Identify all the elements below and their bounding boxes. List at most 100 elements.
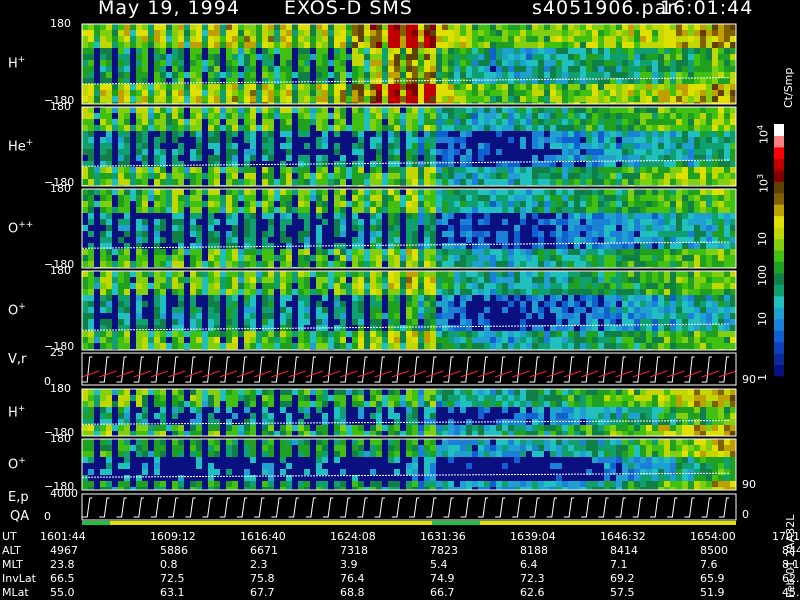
heatmap-cell (592, 277, 598, 283)
heatmap-cell (364, 331, 370, 337)
heatmap-cell (316, 271, 322, 277)
heatmap-cell (604, 301, 610, 307)
heatmap-cell (700, 219, 706, 225)
heatmap-cell (172, 24, 178, 30)
heatmap-cell (466, 48, 472, 54)
heatmap-cell (400, 96, 406, 102)
heatmap-cell (388, 237, 394, 243)
heatmap-cell (94, 36, 100, 42)
heatmap-cell (334, 125, 340, 131)
heatmap-cell (142, 255, 148, 261)
heatmap-cell (346, 54, 352, 60)
heatmap-cell (430, 66, 436, 72)
heatmap-cell (304, 331, 310, 337)
heatmap-cell (658, 173, 664, 179)
heatmap-cell (454, 243, 460, 249)
heatmap-cell (586, 201, 592, 207)
heatmap-cell (292, 36, 298, 42)
heatmap-cell (112, 173, 118, 179)
heatmap-cell (106, 225, 112, 231)
heatmap-cell (688, 42, 694, 48)
heatmap-cell (592, 131, 598, 137)
heatmap-cell (118, 149, 124, 155)
heatmap-cell (478, 255, 484, 261)
heatmap-cell (160, 119, 166, 125)
heatmap-cell (82, 301, 88, 307)
heatmap-cell (352, 261, 358, 267)
heatmap-cell (334, 96, 340, 102)
heatmap-cell (160, 255, 166, 261)
heatmap-cell (376, 231, 382, 237)
heatmap-cell (658, 249, 664, 255)
heatmap-cell (682, 42, 688, 48)
heatmap-cell (556, 167, 562, 173)
heatmap-cell (334, 337, 340, 343)
heatmap-cell (334, 301, 340, 307)
heatmap-cell (526, 189, 532, 195)
heatmap-cell (190, 271, 196, 277)
heatmap-cell (490, 119, 496, 125)
heatmap-cell (322, 337, 328, 343)
heatmap-cell (604, 283, 610, 289)
heatmap-cell (592, 72, 598, 78)
heatmap-cell (670, 179, 676, 185)
heatmap-cell (118, 225, 124, 231)
heatmap-cell (340, 337, 346, 343)
heatmap-cell (148, 24, 154, 30)
heatmap-cell (142, 54, 148, 60)
heatmap-cell (334, 219, 340, 225)
heatmap-cell (226, 113, 232, 119)
heatmap-cell (208, 343, 214, 349)
heatmap-cell (670, 249, 676, 255)
heatmap-cell (502, 30, 508, 36)
heatmap-cell (214, 48, 220, 54)
heatmap-cell (556, 219, 562, 225)
heatmap-cell (358, 125, 364, 131)
heatmap-cell (352, 283, 358, 289)
heatmap-cell (346, 249, 352, 255)
heatmap-cell (244, 237, 250, 243)
heatmap-cell (586, 231, 592, 237)
heatmap-cell (82, 173, 88, 179)
heatmap-cell (190, 48, 196, 54)
heatmap-cell (190, 131, 196, 137)
heatmap-cell (328, 90, 334, 96)
heatmap-cell (616, 307, 622, 313)
heatmap-cell (712, 161, 718, 167)
heatmap-cell (478, 207, 484, 213)
heatmap-cell (286, 131, 292, 137)
heatmap-cell (154, 261, 160, 267)
heatmap-cell (124, 319, 130, 325)
heatmap-cell (88, 307, 94, 313)
heatmap-cell (322, 66, 328, 72)
heatmap-cell (286, 96, 292, 102)
heatmap-cell (616, 289, 622, 295)
heatmap-cell (532, 96, 538, 102)
heatmap-cell (592, 301, 598, 307)
heatmap-cell (142, 167, 148, 173)
heatmap-cell (442, 113, 448, 119)
heatmap-cell (424, 225, 430, 231)
heatmap-cell (190, 24, 196, 30)
heatmap-cell (592, 90, 598, 96)
heatmap-cell (658, 36, 664, 42)
heatmap-cell (370, 60, 376, 66)
heatmap-cell (442, 283, 448, 289)
heatmap-cell (688, 255, 694, 261)
heatmap-cell (682, 207, 688, 213)
heatmap-cell (250, 207, 256, 213)
heatmap-cell (226, 30, 232, 36)
heatmap-cell (652, 66, 658, 72)
heatmap-cell (160, 189, 166, 195)
heatmap-cell (700, 96, 706, 102)
heatmap-cell (250, 30, 256, 36)
heatmap-cell (604, 167, 610, 173)
heatmap-cell (724, 48, 730, 54)
heatmap-cell (268, 72, 274, 78)
heatmap-cell (286, 331, 292, 337)
heatmap-cell (688, 243, 694, 249)
heatmap-cell (274, 271, 280, 277)
heatmap-cell (226, 72, 232, 78)
heatmap-cell (358, 173, 364, 179)
heatmap-cell (82, 313, 88, 319)
